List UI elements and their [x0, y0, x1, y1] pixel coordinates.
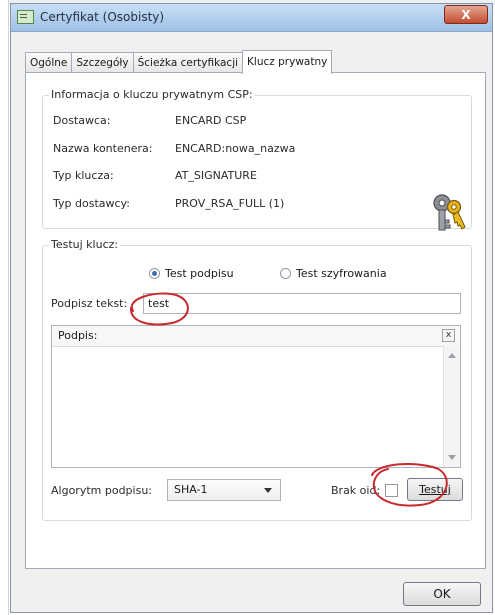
desktop-left-edge [0, 0, 9, 615]
provider-type-label: Typ dostawcy: [53, 197, 130, 210]
sign-text-input[interactable]: test [143, 293, 461, 314]
key-type-label: Typ klucza: [53, 169, 114, 182]
tab-private-key[interactable]: Klucz prywatny [242, 50, 333, 74]
signature-label: Podpis: [58, 329, 98, 342]
tab-certification-path[interactable]: Ścieżka certyfikacji [132, 52, 244, 73]
csp-info-group: Informacja o kluczu prywatnym CSP: Dosta… [42, 88, 472, 231]
tab-details[interactable]: Szczegóły [71, 52, 134, 73]
window-title: Certyfikat (Osobisty) [40, 10, 165, 24]
signature-box[interactable]: Podpis: x [51, 325, 461, 468]
signature-header: Podpis: x [52, 326, 460, 347]
algorithm-label: Algorytm podpisu: [51, 484, 152, 497]
title-bar[interactable]: Certyfikat (Osobisty) X [11, 4, 492, 32]
no-oid-label: Brak oid: [331, 484, 381, 497]
radio-test-encryption-label[interactable]: Test szyfrowania [296, 267, 387, 280]
algorithm-select[interactable]: SHA-1 [167, 479, 281, 501]
provider-label: Dostawca: [53, 114, 111, 127]
private-key-panel: Informacja o kluczu prywatnym CSP: Dosta… [25, 72, 486, 569]
signature-scrollbar[interactable] [443, 346, 460, 467]
csp-info-title: Informacja o kluczu prywatnym CSP: [49, 88, 255, 101]
certificate-icon [17, 10, 34, 24]
chevron-down-icon [264, 488, 272, 493]
close-button[interactable]: X [444, 5, 488, 24]
ok-button[interactable]: OK [403, 582, 481, 606]
tab-general[interactable]: Ogólne [25, 52, 73, 73]
keys-icon [433, 194, 466, 231]
tab-strip: Ogólne Szczegóły Ścieżka certyfikacji Kl… [25, 50, 333, 74]
scroll-down-icon[interactable] [448, 455, 456, 460]
algorithm-value: SHA-1 [174, 483, 208, 496]
test-button[interactable]: Testuj [407, 478, 463, 501]
radio-test-signature[interactable] [149, 268, 160, 279]
key-type-value: AT_SIGNATURE [175, 169, 257, 182]
radio-test-signature-label[interactable]: Test podpisu [165, 267, 234, 280]
clear-signature-button[interactable]: x [442, 329, 455, 342]
radio-test-encryption[interactable] [280, 268, 291, 279]
sign-text-label: Podpisz tekst: [51, 297, 128, 310]
test-key-group: Testuj klucz: Test podpisu Test szyfrowa… [42, 238, 472, 521]
certificate-dialog: Certyfikat (Osobisty) X Ogólne Szczegóły… [10, 3, 493, 613]
test-key-title: Testuj klucz: [49, 238, 121, 251]
provider-value: ENCARD CSP [175, 114, 247, 127]
container-name-value: ENCARD:nowa_nazwa [175, 142, 296, 155]
container-name-label: Nazwa kontenera: [53, 142, 153, 155]
provider-type-value: PROV_RSA_FULL (1) [175, 197, 285, 210]
scroll-up-icon[interactable] [448, 353, 456, 358]
no-oid-checkbox[interactable] [385, 484, 398, 497]
